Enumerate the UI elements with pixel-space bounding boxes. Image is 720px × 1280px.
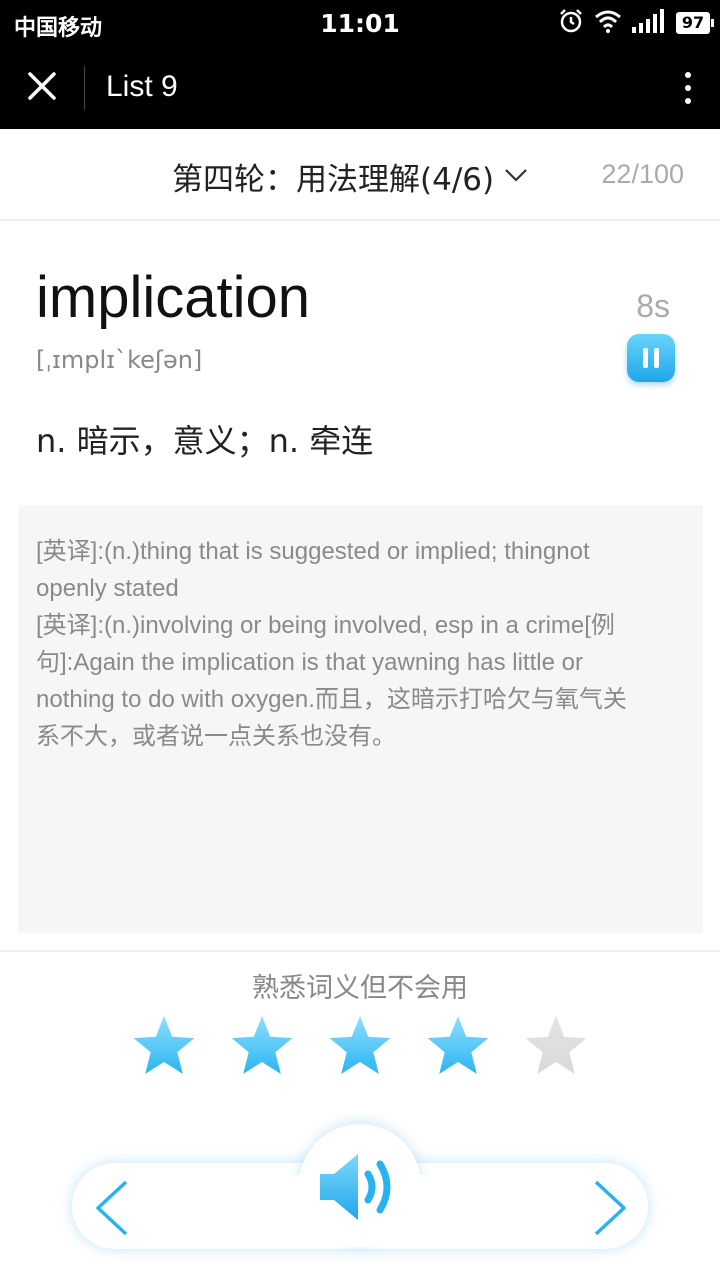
star-filled-icon[interactable] [326,1012,394,1082]
round-header: 第四轮：用法理解(4/6) 22/100 [0,129,720,221]
definition-line: [英译]:(n.)thing that is suggested or impl… [36,538,590,565]
previous-button[interactable] [92,1180,132,1236]
alarm-icon [558,8,584,38]
list-title: List 9 [106,70,178,103]
word-progress: 22/100 [601,159,684,189]
chevron-down-icon [504,167,528,187]
status-bar: 中国移动 11:01 97 [0,0,720,48]
definition-line: [英译]:(n.)involving or being involved, es… [36,612,615,639]
star-filled-icon[interactable] [130,1012,198,1082]
divider [0,950,720,952]
phonetic: [ˌɪmplɪˋkeʃən] [36,346,203,374]
familiarity-label: 熟悉词义但不会用 [252,973,468,1004]
divider [84,66,85,110]
star-filled-icon[interactable] [424,1012,492,1082]
next-button[interactable] [590,1180,630,1236]
definition-line: nothing to do with oxygen.而且，这暗示打哈欠与氧气关 [36,686,627,713]
status-icons: 97 [558,8,714,38]
pause-button[interactable] [627,334,675,382]
pause-icon [643,348,648,368]
close-button[interactable] [18,66,66,110]
word-meaning: n. 暗示，意义；n. 牵连 [36,422,374,460]
round-selector[interactable]: 第四轮：用法理解(4/6) [172,154,528,199]
more-vertical-icon [685,72,691,78]
round-label: 第四轮：用法理解(4/6) [172,162,495,198]
definition-line: 系不大，或者说一点关系也没有。 [36,723,396,750]
more-options-button[interactable] [676,66,700,110]
app-bar: List 9 [0,48,720,129]
star-filled-icon[interactable] [228,1012,296,1082]
chevron-left-icon [96,1180,128,1236]
definition-panel: [英译]:(n.)thing that is suggested or impl… [18,505,703,933]
countdown-timer: 8s [636,288,670,324]
star-empty-icon[interactable] [522,1012,590,1082]
wifi-icon [594,9,622,37]
star-rating[interactable] [130,1012,590,1082]
definition-line: 句]:Again the implication is that yawning… [36,649,583,676]
close-icon [27,71,57,105]
speaker-icon[interactable] [316,1150,408,1228]
chevron-right-icon [594,1180,626,1236]
signal-icon [632,9,666,37]
definition-line: openly stated [36,575,179,602]
battery-icon: 97 [676,12,714,34]
word-title: implication [36,265,310,330]
